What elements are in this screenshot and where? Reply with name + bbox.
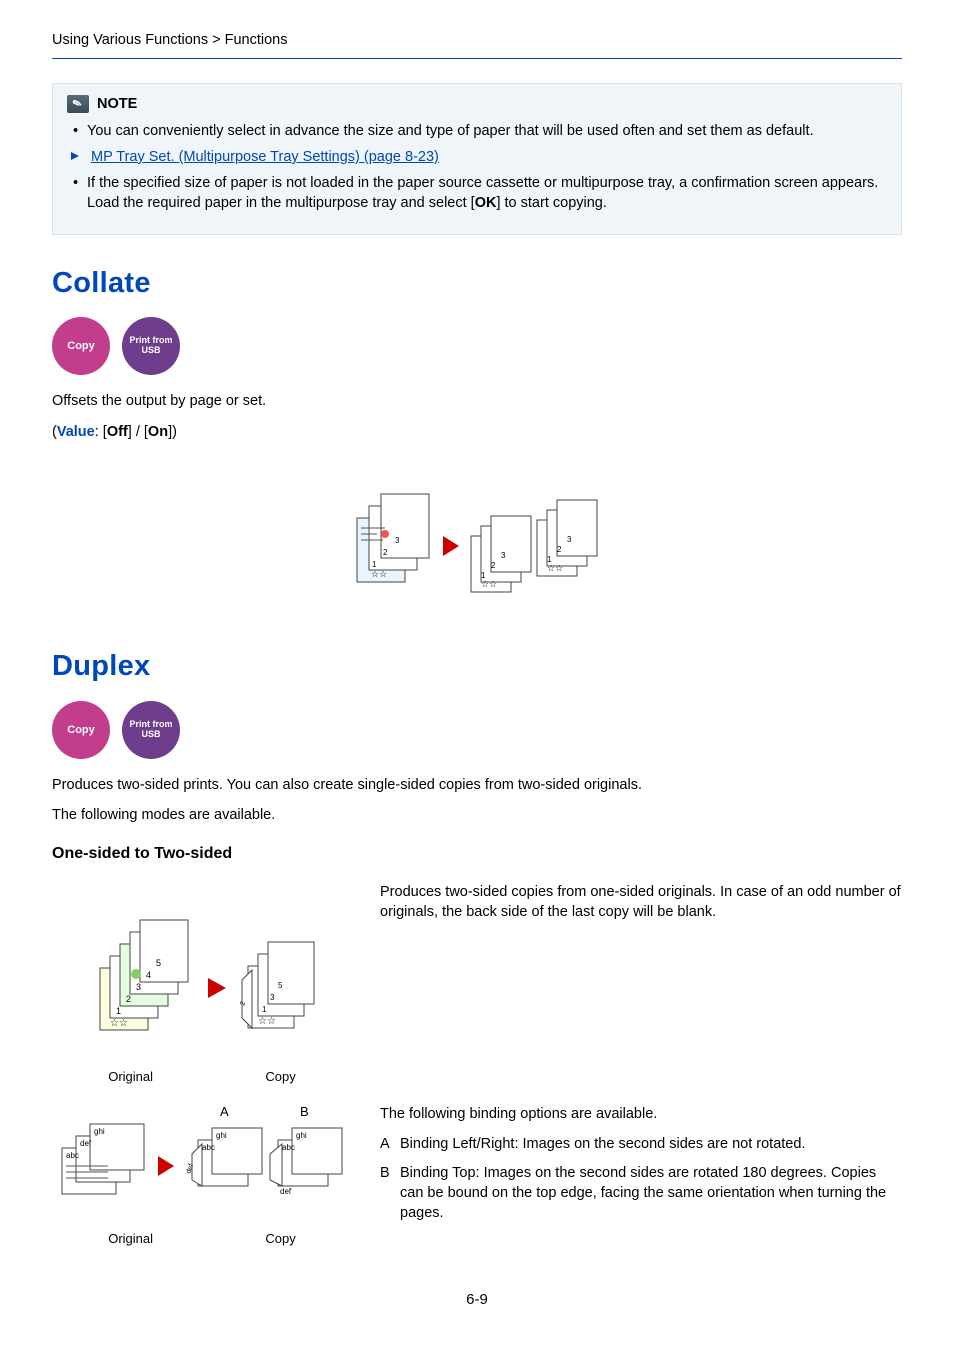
duplex-figure-2: abc def ghi A B abc ghi def	[52, 1100, 352, 1248]
duplex-desc-2: The following modes are available.	[52, 805, 902, 825]
svg-text:B: B	[300, 1104, 309, 1119]
note-box: NOTE You can conveniently select in adva…	[52, 83, 902, 234]
note-link-item: MP Tray Set. (Multipurpose Tray Settings…	[73, 147, 887, 167]
svg-text:2: 2	[126, 994, 131, 1004]
svg-text:ghi: ghi	[216, 1131, 227, 1140]
copy-caption: Copy	[265, 1068, 295, 1086]
collate-heading: Collate	[52, 263, 902, 304]
duplex-desc-1: Produces two-sided prints. You can also …	[52, 775, 902, 795]
print-from-usb-badge-2: Print from USB	[122, 701, 180, 759]
binding-option-b: B Binding Top: Images on the second side…	[380, 1163, 902, 1224]
svg-text:abc: abc	[202, 1143, 215, 1152]
note-label: NOTE	[97, 94, 137, 114]
note-icon	[67, 95, 89, 113]
duplex-heading: Duplex	[52, 646, 902, 687]
note-bullet-2: If the specified size of paper is not lo…	[73, 173, 887, 214]
collate-diagram: ☆☆ 1 2 3 ☆☆ 1 2 3 ☆☆	[347, 458, 607, 618]
page-number: 6-9	[52, 1289, 902, 1310]
svg-text:3: 3	[567, 535, 572, 544]
svg-text:1: 1	[372, 560, 377, 569]
svg-text:1: 1	[262, 1005, 267, 1014]
collate-value-line: (Value: [Off] / [On])	[52, 422, 902, 442]
note-bullet-2-ok: OK	[475, 195, 497, 211]
mp-tray-link[interactable]: MP Tray Set. (Multipurpose Tray Settings…	[91, 149, 439, 165]
svg-text:2: 2	[491, 561, 496, 570]
original-caption: Original	[108, 1068, 153, 1086]
svg-text:3: 3	[501, 551, 506, 560]
svg-text:☆☆: ☆☆	[481, 579, 497, 589]
copy-caption-2: Copy	[265, 1230, 295, 1248]
svg-text:1: 1	[116, 1006, 121, 1016]
svg-text:2: 2	[557, 545, 562, 554]
duplex-figure-1: ☆☆ 1 2 3 4 5 ☆☆ 1 3 5 2	[52, 878, 352, 1086]
svg-text:2: 2	[383, 548, 388, 557]
binding-intro: The following binding options are availa…	[380, 1104, 902, 1124]
svg-text:A: A	[220, 1104, 229, 1119]
svg-text:3: 3	[395, 536, 400, 545]
copy-badge-2: Copy	[52, 701, 110, 759]
svg-text:def: def	[80, 1139, 92, 1148]
svg-text:1: 1	[547, 555, 552, 564]
svg-text:1: 1	[481, 571, 486, 580]
svg-text:abc: abc	[66, 1151, 79, 1160]
svg-text:☆☆: ☆☆	[110, 1018, 128, 1029]
note-bullet-1: You can conveniently select in advance t…	[73, 121, 887, 141]
svg-text:abc: abc	[282, 1143, 295, 1152]
one-sided-to-two-sided-heading: One-sided to Two-sided	[52, 843, 902, 865]
print-from-usb-badge: Print from USB	[122, 317, 180, 375]
copy-badge: Copy	[52, 317, 110, 375]
breadcrumb: Using Various Functions > Functions	[52, 30, 902, 59]
svg-text:ghi: ghi	[94, 1127, 105, 1136]
original-caption-2: Original	[108, 1230, 153, 1248]
svg-text:☆☆: ☆☆	[258, 1016, 276, 1027]
note-bullet-2-post: ] to start copying.	[496, 195, 606, 211]
svg-text:☆☆: ☆☆	[371, 569, 387, 579]
svg-text:ghi: ghi	[296, 1131, 307, 1140]
binding-option-a: A Binding Left/Right: Images on the seco…	[380, 1134, 902, 1154]
collate-description: Offsets the output by page or set.	[52, 391, 902, 411]
svg-text:5: 5	[278, 981, 283, 990]
one-sided-desc: Produces two-sided copies from one-sided…	[380, 882, 902, 923]
svg-text:def: def	[280, 1187, 292, 1196]
svg-text:3: 3	[270, 993, 275, 1002]
svg-text:☆☆: ☆☆	[547, 563, 563, 573]
svg-text:4: 4	[146, 970, 151, 980]
svg-text:3: 3	[136, 982, 141, 992]
svg-text:5: 5	[156, 958, 161, 968]
